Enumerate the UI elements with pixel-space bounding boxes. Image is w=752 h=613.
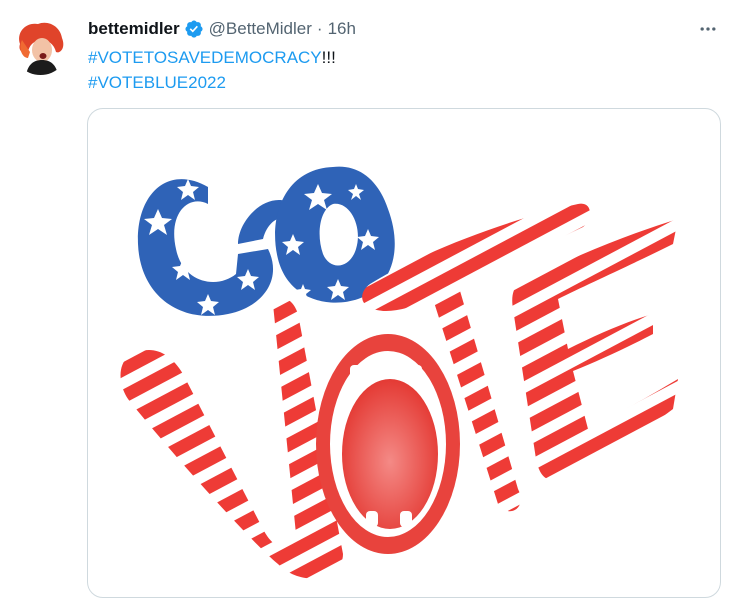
verified-badge-icon [184,19,204,39]
tweet-text-suffix: !!! [321,48,336,67]
o-mouth [316,334,460,554]
tweet-text: #VOTETOSAVEDEMOCRACY!!! #VOTEBLUE2022 [88,45,708,95]
more-options-button[interactable] [690,14,726,44]
author-name[interactable]: bettemidler [88,19,180,39]
tweet-timestamp[interactable]: 16h [328,19,356,39]
avatar-icon [12,18,69,75]
hashtag-link[interactable]: #VOTETOSAVEDEMOCRACY [88,48,322,67]
go-vote-artwork [120,166,678,579]
tweet-text-line-2: #VOTEBLUE2022 [88,70,708,95]
hashtag-link[interactable]: #VOTEBLUE2022 [88,73,226,92]
tweet-header: bettemidler @BetteMidler · 16h [88,16,356,42]
avatar[interactable] [12,18,69,75]
v-letter [120,298,343,579]
separator-dot: · [316,19,323,38]
more-options-icon [700,27,716,31]
tweet-text-line-1: #VOTETOSAVEDEMOCRACY!!! [88,45,708,70]
tweet: bettemidler @BetteMidler · 16h #VOTETOSA… [0,0,752,613]
tweet-media-image[interactable] [87,108,721,598]
e-letter [512,219,678,480]
go-letters [137,166,395,316]
author-handle[interactable]: @BetteMidler [209,19,312,39]
